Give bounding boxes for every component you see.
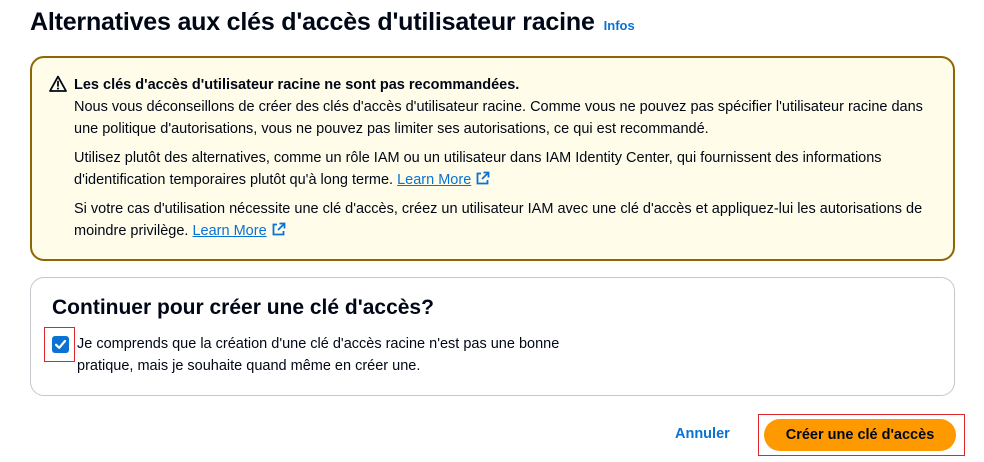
warning-paragraph-2: Utilisez plutôt des alternatives, comme … [74, 147, 923, 191]
acknowledge-checkbox[interactable] [52, 336, 69, 353]
learn-more-link-2-label[interactable]: Learn More [192, 223, 266, 239]
learn-more-link-2[interactable]: Learn More [192, 222, 286, 239]
warning-heading: Les clés d'accès d'utilisateur racine ne… [74, 77, 520, 93]
checkmark-icon [54, 339, 67, 349]
warning-alert: Les clés d'accès d'utilisateur racine ne… [30, 56, 955, 261]
page-title: Alternatives aux clés d'accès d'utilisat… [30, 8, 595, 36]
external-link-icon[interactable] [475, 171, 490, 186]
acknowledge-checkbox-label[interactable]: Je comprends que la création d'une clé d… [77, 333, 597, 377]
learn-more-link-1-label[interactable]: Learn More [397, 172, 471, 188]
confirm-container: Continuer pour créer une clé d'accès? Je… [30, 277, 955, 396]
learn-more-link-1[interactable]: Learn More [397, 171, 490, 188]
cancel-button[interactable]: Annuler [675, 426, 730, 442]
confirm-title: Continuer pour créer une clé d'accès? [52, 296, 434, 319]
warning-paragraph-1: Nous vous déconseillons de créer des clé… [74, 99, 923, 137]
warning-triangle-icon [49, 75, 67, 93]
warning-paragraph-3: Si votre cas d'utilisation nécessite une… [74, 198, 923, 242]
page: Alternatives aux clés d'accès d'utilisat… [0, 0, 984, 462]
page-header: Alternatives aux clés d'accès d'utilisat… [30, 8, 635, 37]
create-access-key-button[interactable]: Créer une clé d'accès [764, 419, 956, 451]
external-link-icon[interactable] [271, 222, 286, 237]
info-link[interactable]: Infos [604, 18, 635, 33]
